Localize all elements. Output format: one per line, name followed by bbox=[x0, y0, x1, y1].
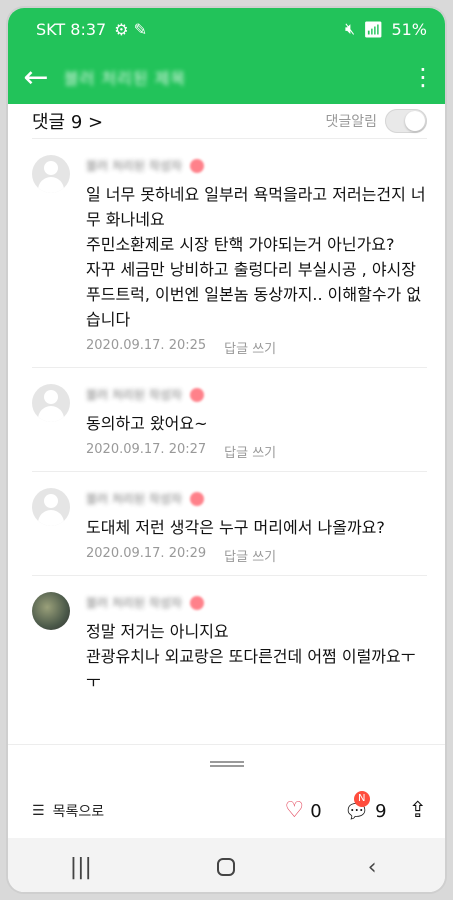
status-left: SKT 8:37 ⚙︎ ✎ bbox=[36, 20, 147, 39]
reply-button[interactable]: 답글 쓰기 bbox=[224, 546, 276, 565]
comment-notify-label: 댓글알림 bbox=[325, 114, 377, 130]
comment-author: 블러 처리된 작성자 bbox=[86, 492, 182, 506]
toggle-knob bbox=[405, 111, 425, 131]
wifi-icon: 📶︎ bbox=[363, 19, 384, 39]
like-count: 0 bbox=[310, 800, 322, 822]
home-button[interactable] bbox=[186, 838, 266, 892]
comment-text: 동의하고 왔어요~ bbox=[86, 414, 208, 433]
comments-button[interactable]: 💬︎ N 9 bbox=[343, 791, 387, 823]
overflow-menu-icon[interactable]: ⋮ bbox=[401, 50, 445, 104]
avatar-body bbox=[38, 177, 64, 193]
comment-time: 2020.09.17. 20:27 bbox=[86, 442, 207, 457]
avatar-head bbox=[44, 390, 58, 404]
footer-actions: ♡ 0 💬︎ N 9 ⇪ bbox=[285, 791, 427, 823]
avatar-body bbox=[38, 510, 64, 526]
avatar-head bbox=[44, 161, 58, 175]
comment-count[interactable]: 댓글 9 > bbox=[32, 108, 103, 134]
comment-text: 정말 저거는 아니지요 관광유치나 외교랑은 또다른건데 어쩜 이럴까요ㅜㅜ bbox=[86, 622, 416, 691]
status-right: 🔇︎ 📶︎ 51% bbox=[345, 19, 427, 39]
share-button[interactable]: ⇪ bbox=[409, 800, 427, 822]
drag-handle[interactable] bbox=[209, 759, 244, 769]
avatar bbox=[32, 592, 70, 630]
comment-author: 블러 처리된 작성자 bbox=[86, 388, 182, 402]
comment-meta: 2020.09.17. 20:25 답글 쓰기 bbox=[86, 338, 427, 357]
comment-text: 도대체 저런 생각은 누구 머리에서 나올까요? bbox=[86, 518, 385, 537]
list-label: 목록으로 bbox=[52, 804, 105, 820]
comment-author-row: 블러 처리된 작성자 bbox=[86, 157, 427, 174]
back-arrow-icon[interactable]: ← bbox=[8, 50, 64, 104]
status-bar: SKT 8:37 ⚙︎ ✎ 🔇︎ 📶︎ 51% bbox=[8, 8, 445, 50]
new-badge: N bbox=[353, 791, 370, 807]
comment-item: 블러 처리된 작성자 정말 저거는 아니지요 관광유치나 외교랑은 또다른건데 … bbox=[32, 575, 427, 704]
share-icon: ⇪ bbox=[408, 798, 427, 823]
comment-author-row: 블러 처리된 작성자 bbox=[86, 386, 427, 403]
author-badge-icon bbox=[189, 491, 204, 506]
status-icons-left: ⚙︎ ✎ bbox=[114, 19, 148, 39]
back-button[interactable]: ‹ bbox=[332, 838, 412, 892]
comment-bubble-icon: 💬︎ N bbox=[343, 791, 370, 823]
avatar bbox=[32, 155, 70, 193]
home-icon bbox=[217, 858, 236, 876]
comment-notify: 댓글알림 bbox=[325, 109, 427, 133]
comment-time: 2020.09.17. 20:29 bbox=[86, 546, 207, 561]
author-badge-icon bbox=[189, 387, 204, 402]
author-badge-icon bbox=[189, 595, 204, 610]
list-button[interactable]: ☰ 목록으로 bbox=[32, 801, 104, 821]
avatar-head bbox=[44, 494, 58, 508]
comments-panel: 댓글 9 > 댓글알림 블러 처리된 작성자 일 너무 못하네요 일부러 욕먹을… bbox=[8, 104, 445, 744]
page-title: 블러 처리된 제목 bbox=[64, 69, 187, 88]
comment-item: 블러 처리된 작성자 동의하고 왔어요~ 2020.09.17. 20:27 답… bbox=[32, 367, 427, 471]
avatar-body bbox=[38, 406, 64, 422]
comment-meta: 2020.09.17. 20:27 답글 쓰기 bbox=[86, 442, 427, 461]
avatar bbox=[32, 384, 70, 422]
reply-button[interactable]: 답글 쓰기 bbox=[224, 338, 276, 357]
author-badge-icon bbox=[189, 158, 204, 173]
heart-icon: ♡ bbox=[284, 798, 305, 823]
recent-apps-icon: ||| bbox=[69, 854, 92, 880]
comment-total: 9 bbox=[375, 800, 387, 822]
carrier-time: SKT 8:37 bbox=[36, 19, 107, 39]
comment-item: 블러 처리된 작성자 도대체 저런 생각은 누구 머리에서 나올까요? 2020… bbox=[32, 471, 427, 575]
android-navbar: ||| ‹ bbox=[8, 838, 445, 892]
comment-author: 블러 처리된 작성자 bbox=[86, 159, 182, 173]
comment-author-row: 블러 처리된 작성자 bbox=[86, 594, 427, 611]
comment-author: 블러 처리된 작성자 bbox=[86, 596, 182, 610]
comment-footer: ☰ 목록으로 ♡ 0 💬︎ N 9 ⇪ bbox=[8, 784, 445, 838]
reply-button[interactable]: 답글 쓰기 bbox=[224, 442, 276, 461]
phone-frame: SKT 8:37 ⚙︎ ✎ 🔇︎ 📶︎ 51% ← 블러 처리된 제목 ⋮ 댓글… bbox=[6, 6, 447, 894]
avatar bbox=[32, 488, 70, 526]
comment-text: 일 너무 못하네요 일부러 욕먹을라고 저러는건지 너무 화나네요 주민소환제로… bbox=[86, 185, 426, 329]
comment-item: 블러 처리된 작성자 일 너무 못하네요 일부러 욕먹을라고 저러는건지 너무 … bbox=[32, 138, 427, 367]
comment-notify-toggle[interactable] bbox=[385, 109, 427, 133]
comment-time: 2020.09.17. 20:25 bbox=[86, 338, 207, 353]
app-header: SKT 8:37 ⚙︎ ✎ 🔇︎ 📶︎ 51% ← 블러 처리된 제목 ⋮ bbox=[8, 8, 445, 104]
app-bar: ← 블러 처리된 제목 ⋮ bbox=[8, 50, 445, 104]
recent-apps-button[interactable]: ||| bbox=[41, 838, 121, 892]
bottom-sheet-divider bbox=[8, 744, 445, 785]
battery: 51% bbox=[391, 19, 427, 39]
like-button[interactable]: ♡ 0 bbox=[285, 800, 322, 822]
comments-topline: 댓글 9 > 댓글알림 bbox=[8, 104, 445, 138]
mute-icon: 🔇︎ bbox=[345, 19, 356, 38]
comment-author-row: 블러 처리된 작성자 bbox=[86, 490, 427, 507]
list-icon: ☰ bbox=[32, 803, 45, 819]
comment-meta: 2020.09.17. 20:29 답글 쓰기 bbox=[86, 546, 427, 565]
back-chevron-icon: ‹ bbox=[367, 854, 377, 880]
